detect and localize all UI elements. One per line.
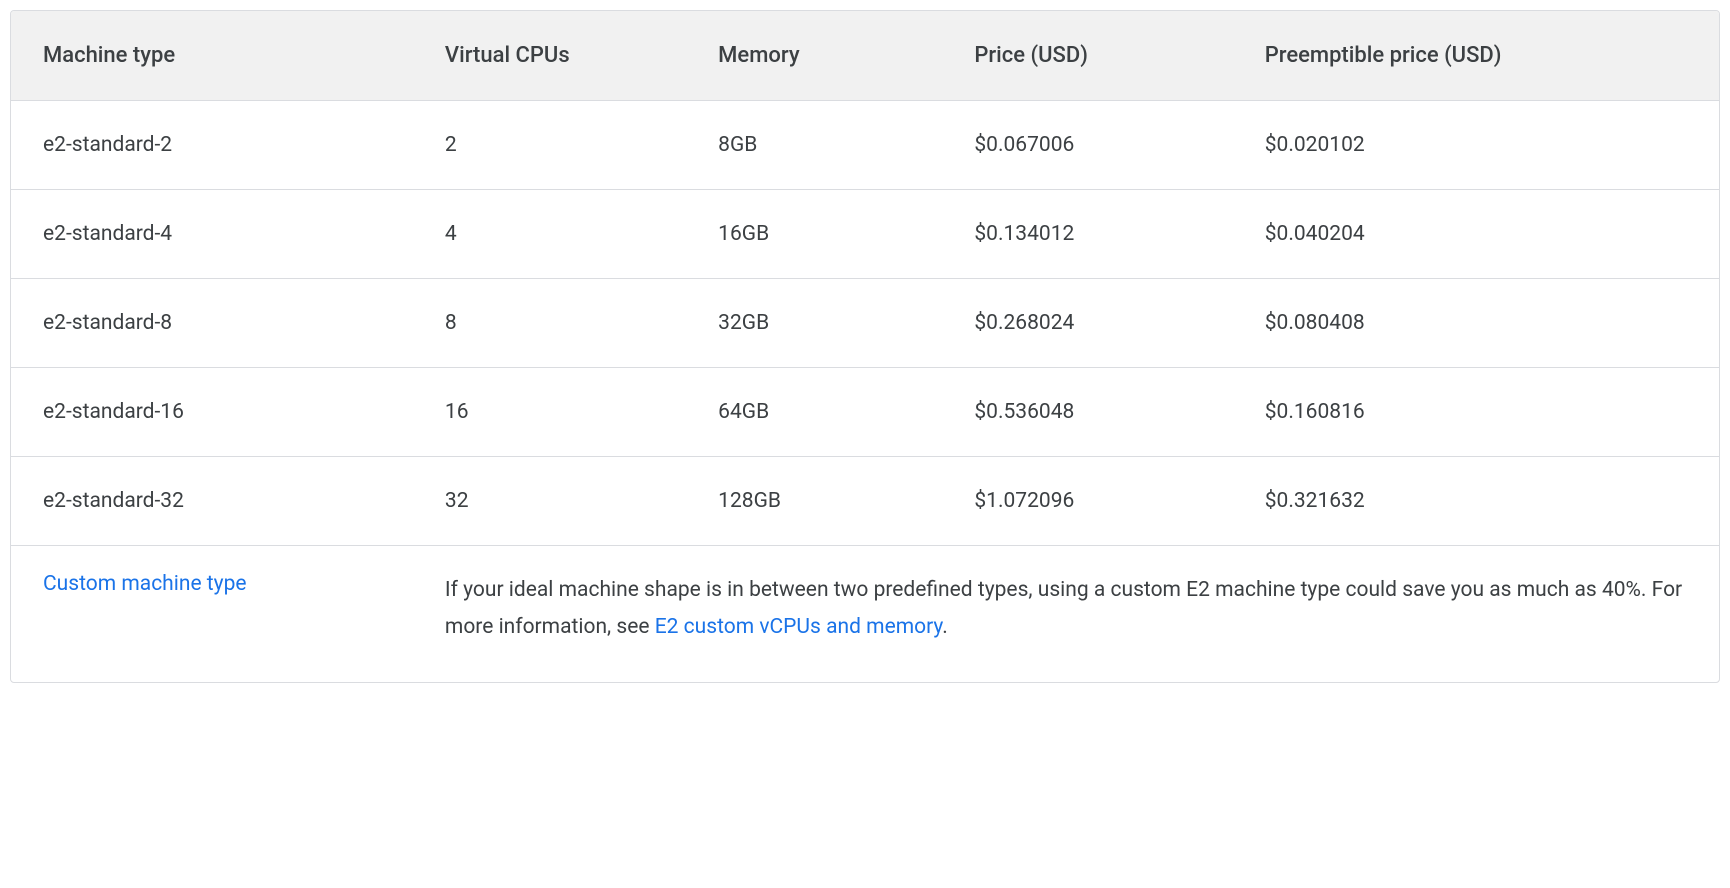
cell-preemptible-price: $0.160816 — [1241, 368, 1719, 457]
footer-link-cell: Custom machine type — [11, 546, 421, 682]
header-price: Price (USD) — [950, 11, 1240, 101]
table-row: e2-standard-32 32 128GB $1.072096 $0.321… — [11, 457, 1719, 546]
table-row: e2-standard-8 8 32GB $0.268024 $0.080408 — [11, 279, 1719, 368]
cell-price: $0.134012 — [950, 190, 1240, 279]
cell-preemptible-price: $0.040204 — [1241, 190, 1719, 279]
cell-machine-type: e2-standard-32 — [11, 457, 421, 546]
custom-machine-type-link[interactable]: Custom machine type — [43, 572, 247, 596]
cell-preemptible-price: $0.080408 — [1241, 279, 1719, 368]
cell-price: $0.067006 — [950, 101, 1240, 190]
e2-custom-link[interactable]: E2 custom vCPUs and memory — [655, 615, 943, 639]
cell-preemptible-price: $0.020102 — [1241, 101, 1719, 190]
header-virtual-cpus: Virtual CPUs — [421, 11, 694, 101]
pricing-table: Machine type Virtual CPUs Memory Price (… — [11, 11, 1719, 682]
cell-virtual-cpus: 2 — [421, 101, 694, 190]
footer-text-before: If your ideal machine shape is in betwee… — [445, 578, 1682, 639]
cell-memory: 64GB — [694, 368, 950, 457]
cell-machine-type: e2-standard-16 — [11, 368, 421, 457]
cell-preemptible-price: $0.321632 — [1241, 457, 1719, 546]
footer-text-cell: If your ideal machine shape is in betwee… — [421, 546, 1719, 682]
cell-machine-type: e2-standard-4 — [11, 190, 421, 279]
cell-price: $1.072096 — [950, 457, 1240, 546]
cell-memory: 32GB — [694, 279, 950, 368]
cell-memory: 128GB — [694, 457, 950, 546]
footer-text-after: . — [942, 615, 948, 639]
cell-machine-type: e2-standard-2 — [11, 101, 421, 190]
table-header-row: Machine type Virtual CPUs Memory Price (… — [11, 11, 1719, 101]
table-row: e2-standard-2 2 8GB $0.067006 $0.020102 — [11, 101, 1719, 190]
pricing-table-container: Machine type Virtual CPUs Memory Price (… — [10, 10, 1720, 683]
header-machine-type: Machine type — [11, 11, 421, 101]
cell-virtual-cpus: 32 — [421, 457, 694, 546]
table-footer-row: Custom machine type If your ideal machin… — [11, 546, 1719, 682]
cell-memory: 16GB — [694, 190, 950, 279]
cell-virtual-cpus: 4 — [421, 190, 694, 279]
header-preemptible-price: Preemptible price (USD) — [1241, 11, 1719, 101]
table-row: e2-standard-16 16 64GB $0.536048 $0.1608… — [11, 368, 1719, 457]
cell-price: $0.536048 — [950, 368, 1240, 457]
header-memory: Memory — [694, 11, 950, 101]
footer-text: If your ideal machine shape is in betwee… — [445, 572, 1695, 646]
cell-price: $0.268024 — [950, 279, 1240, 368]
cell-virtual-cpus: 16 — [421, 368, 694, 457]
cell-machine-type: e2-standard-8 — [11, 279, 421, 368]
cell-memory: 8GB — [694, 101, 950, 190]
table-row: e2-standard-4 4 16GB $0.134012 $0.040204 — [11, 190, 1719, 279]
cell-virtual-cpus: 8 — [421, 279, 694, 368]
